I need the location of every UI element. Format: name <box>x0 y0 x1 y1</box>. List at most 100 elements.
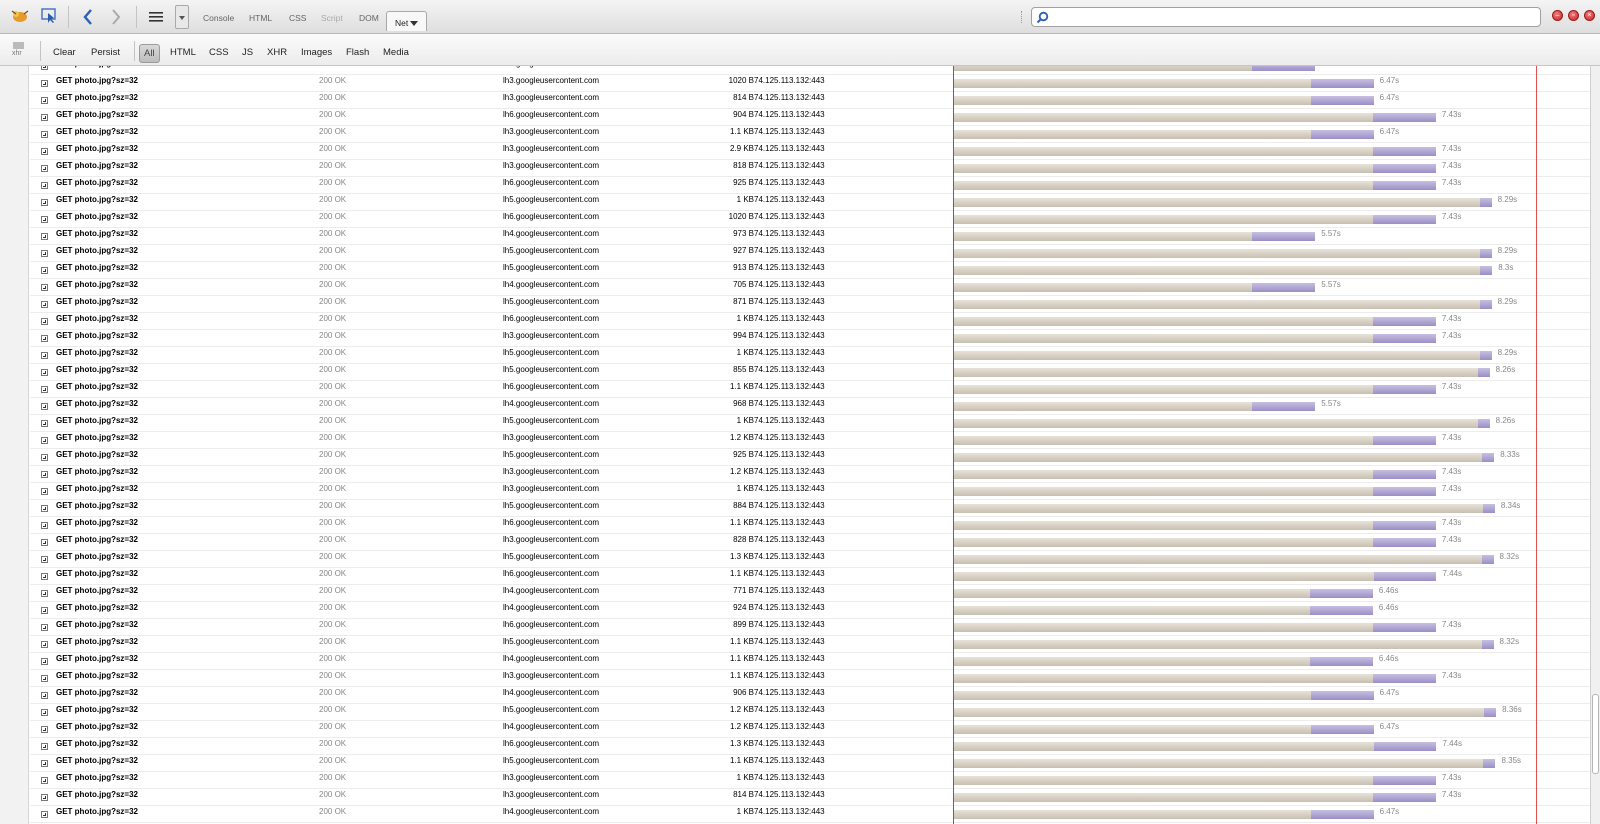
filter-html[interactable]: HTML <box>166 44 200 61</box>
expand-icon[interactable] <box>41 811 48 818</box>
expand-icon[interactable] <box>41 250 48 257</box>
expand-icon[interactable] <box>41 760 48 767</box>
request-row[interactable]: GET photo.jpg?sz=32 200 OK lh6.googleuserc… <box>30 738 1590 755</box>
expand-icon[interactable] <box>41 369 48 376</box>
filter-js[interactable]: JS <box>238 44 257 61</box>
request-row[interactable]: GET photo.jpg?sz=32 200 OK lh5.googleuserc… <box>30 449 1590 466</box>
request-row[interactable]: GET photo.jpg?sz=32 200 OK lh4.googleuserc… <box>30 228 1590 245</box>
expand-icon[interactable] <box>41 301 48 308</box>
tab-script[interactable]: Script <box>321 13 343 23</box>
tab-css[interactable]: CSS <box>289 13 306 23</box>
firebug-icon[interactable] <box>10 8 30 24</box>
request-row[interactable]: GET photo.jpg?sz=32 200 OK lh4.googleuserc… <box>30 721 1590 738</box>
detach-icon[interactable]: ▫ <box>1568 10 1579 21</box>
request-row[interactable]: GET photo.jpg?sz=32 200 OK lh3.googleuserc… <box>30 92 1590 109</box>
request-row[interactable]: GET photo.jpg?sz=32 200 OK lh6.googleuserc… <box>30 313 1590 330</box>
request-row[interactable]: GET photo.jpg?sz=32 200 OK lh6.googleuserc… <box>30 619 1590 636</box>
request-row[interactable]: GET photo.jpg?sz=32 200 OK lh6.googleuserc… <box>30 517 1590 534</box>
splitter-handle[interactable] <box>1021 11 1024 23</box>
request-row[interactable]: GET photo.jpg?sz=32 200 OK lh5.googleuserc… <box>30 364 1590 381</box>
request-row[interactable]: GET photo.jpg?sz=32 200 OK lh3.googleuserc… <box>30 432 1590 449</box>
vertical-scrollbar[interactable] <box>1590 66 1600 824</box>
xhr-breakpoint-icon[interactable] <box>13 42 24 49</box>
expand-icon[interactable] <box>41 743 48 750</box>
expand-icon[interactable] <box>41 97 48 104</box>
request-row[interactable]: GET photo.jpg?sz=32 200 OK lh5.googleuserc… <box>30 755 1590 772</box>
request-row[interactable]: GET photo.jpg?sz=32 200 OK lh5.googleuserc… <box>30 245 1590 262</box>
expand-icon[interactable] <box>41 539 48 546</box>
request-row[interactable]: GET photo.jpg?sz=32 200 OK lh5.googleuserc… <box>30 347 1590 364</box>
request-row[interactable]: GET photo.jpg?sz=32 200 OK lh3.googleuserc… <box>30 466 1590 483</box>
request-row[interactable]: GET photo.jpg?sz=32 200 OK lh3.googleuserc… <box>30 789 1590 806</box>
tab-console[interactable]: Console <box>203 13 234 23</box>
request-row[interactable]: GET photo.jpg?sz=32 200 OK lh5.googleuserc… <box>30 296 1590 313</box>
request-row[interactable]: GET photo.jpg?sz=32 200 OK lh5.googleuserc… <box>30 636 1590 653</box>
back-icon[interactable] <box>82 9 94 25</box>
expand-icon[interactable] <box>41 658 48 665</box>
request-row[interactable]: GET photo.jpg?sz=32 200 OK lh6.googleuserc… <box>30 211 1590 228</box>
request-row[interactable]: GET photo.jpg?sz=32 200 OK lh4.googleuserc… <box>30 585 1590 602</box>
expand-icon[interactable] <box>41 267 48 274</box>
expand-icon[interactable] <box>41 80 48 87</box>
request-row[interactable]: GET photo.jpg?sz=32 200 OK lh4.googleuserc… <box>30 653 1590 670</box>
filter-media[interactable]: Media <box>379 44 413 61</box>
scrollbar-thumb[interactable] <box>1592 694 1599 774</box>
expand-icon[interactable] <box>41 709 48 716</box>
expand-icon[interactable] <box>41 148 48 155</box>
request-row[interactable]: GET photo.jpg?sz=32 200 OK lh3.googleuserc… <box>30 670 1590 687</box>
expand-icon[interactable] <box>41 437 48 444</box>
request-row[interactable]: GET photo.jpg?sz=32 200 OK lh5.googleuserc… <box>30 194 1590 211</box>
request-row[interactable]: GET photo.jpg?sz=32 200 OK lh4.googleuserc… <box>30 602 1590 619</box>
request-row[interactable]: GET photo.jpg?sz=32 200 OK lh6.googleuserc… <box>30 568 1590 585</box>
filter-css[interactable]: CSS <box>205 44 233 61</box>
expand-icon[interactable] <box>41 318 48 325</box>
request-row[interactable]: GET photo.jpg?sz=32 200 OK lh3.googleuserc… <box>30 75 1590 92</box>
request-row[interactable]: GET photo.jpg?sz=32 200 OK lh3.googleuserc… <box>30 143 1590 160</box>
request-row[interactable]: GET photo.jpg?sz=32 200 OK lh3.googleuserc… <box>30 160 1590 177</box>
expand-icon[interactable] <box>41 165 48 172</box>
request-row[interactable]: GET photo.jpg?sz=32 200 OK lh5.googleuserc… <box>30 415 1590 432</box>
request-row[interactable]: GET photo.jpg?sz=32 200 OK lh5.googleuserc… <box>30 500 1590 517</box>
expand-icon[interactable] <box>41 590 48 597</box>
expand-icon[interactable] <box>41 352 48 359</box>
expand-icon[interactable] <box>41 573 48 580</box>
filter-all[interactable]: All <box>139 44 160 63</box>
expand-icon[interactable] <box>41 199 48 206</box>
tab-dom[interactable]: DOM <box>359 13 379 23</box>
tab-html[interactable]: HTML <box>249 13 272 23</box>
expand-icon[interactable] <box>41 777 48 784</box>
request-row[interactable]: GET photo.jpg?sz=32 200 OK lh6.googleuserc… <box>30 177 1590 194</box>
request-row[interactable]: GET photo.jpg?sz=32 200 OK lh4.googleuserc… <box>30 279 1590 296</box>
expand-icon[interactable] <box>41 641 48 648</box>
expand-icon[interactable] <box>41 233 48 240</box>
expand-icon[interactable] <box>41 420 48 427</box>
expand-icon[interactable] <box>41 794 48 801</box>
request-row[interactable]: GET photo.jpg?sz=32 200 OK lh6.googleuserc… <box>30 381 1590 398</box>
tab-net[interactable]: Net <box>386 11 427 31</box>
expand-icon[interactable] <box>41 726 48 733</box>
filter-flash[interactable]: Flash <box>342 44 373 61</box>
clear-button[interactable]: Clear <box>49 44 80 61</box>
forward-icon[interactable] <box>110 9 122 25</box>
expand-icon[interactable] <box>41 624 48 631</box>
request-row[interactable]: GET photo.jpg?sz=32 200 OK lh5.googleuserc… <box>30 262 1590 279</box>
expand-icon[interactable] <box>41 182 48 189</box>
request-row[interactable]: GET photo.jpg?sz=32 200 OK lh4.googleuserc… <box>30 687 1590 704</box>
request-row[interactable]: GET photo.jpg?sz=32 200 OK lh4.googleuserc… <box>30 806 1590 823</box>
minimize-icon[interactable]: – <box>1552 10 1563 21</box>
request-row[interactable]: GET photo.jpg?sz=32 200 OK lh6.googleuserc… <box>30 109 1590 126</box>
expand-icon[interactable] <box>41 505 48 512</box>
request-row[interactable]: GET photo.jpg?sz=32 200 OK lh3.googleuserc… <box>30 126 1590 143</box>
request-row[interactable]: GET photo.jpg?sz=32 200 OK lh5.googleuserc… <box>30 551 1590 568</box>
expand-icon[interactable] <box>41 284 48 291</box>
request-row[interactable]: GET photo.jpg?sz=32 200 OK lh5.googleuserc… <box>30 704 1590 721</box>
expand-icon[interactable] <box>41 66 48 70</box>
panel-dropdown-button[interactable] <box>175 5 189 29</box>
close-icon[interactable]: × <box>1584 10 1595 21</box>
expand-icon[interactable] <box>41 522 48 529</box>
inspect-icon[interactable] <box>40 7 58 25</box>
filter-images[interactable]: Images <box>297 44 336 61</box>
persist-button[interactable]: Persist <box>87 44 124 61</box>
expand-icon[interactable] <box>41 403 48 410</box>
expand-icon[interactable] <box>41 114 48 121</box>
